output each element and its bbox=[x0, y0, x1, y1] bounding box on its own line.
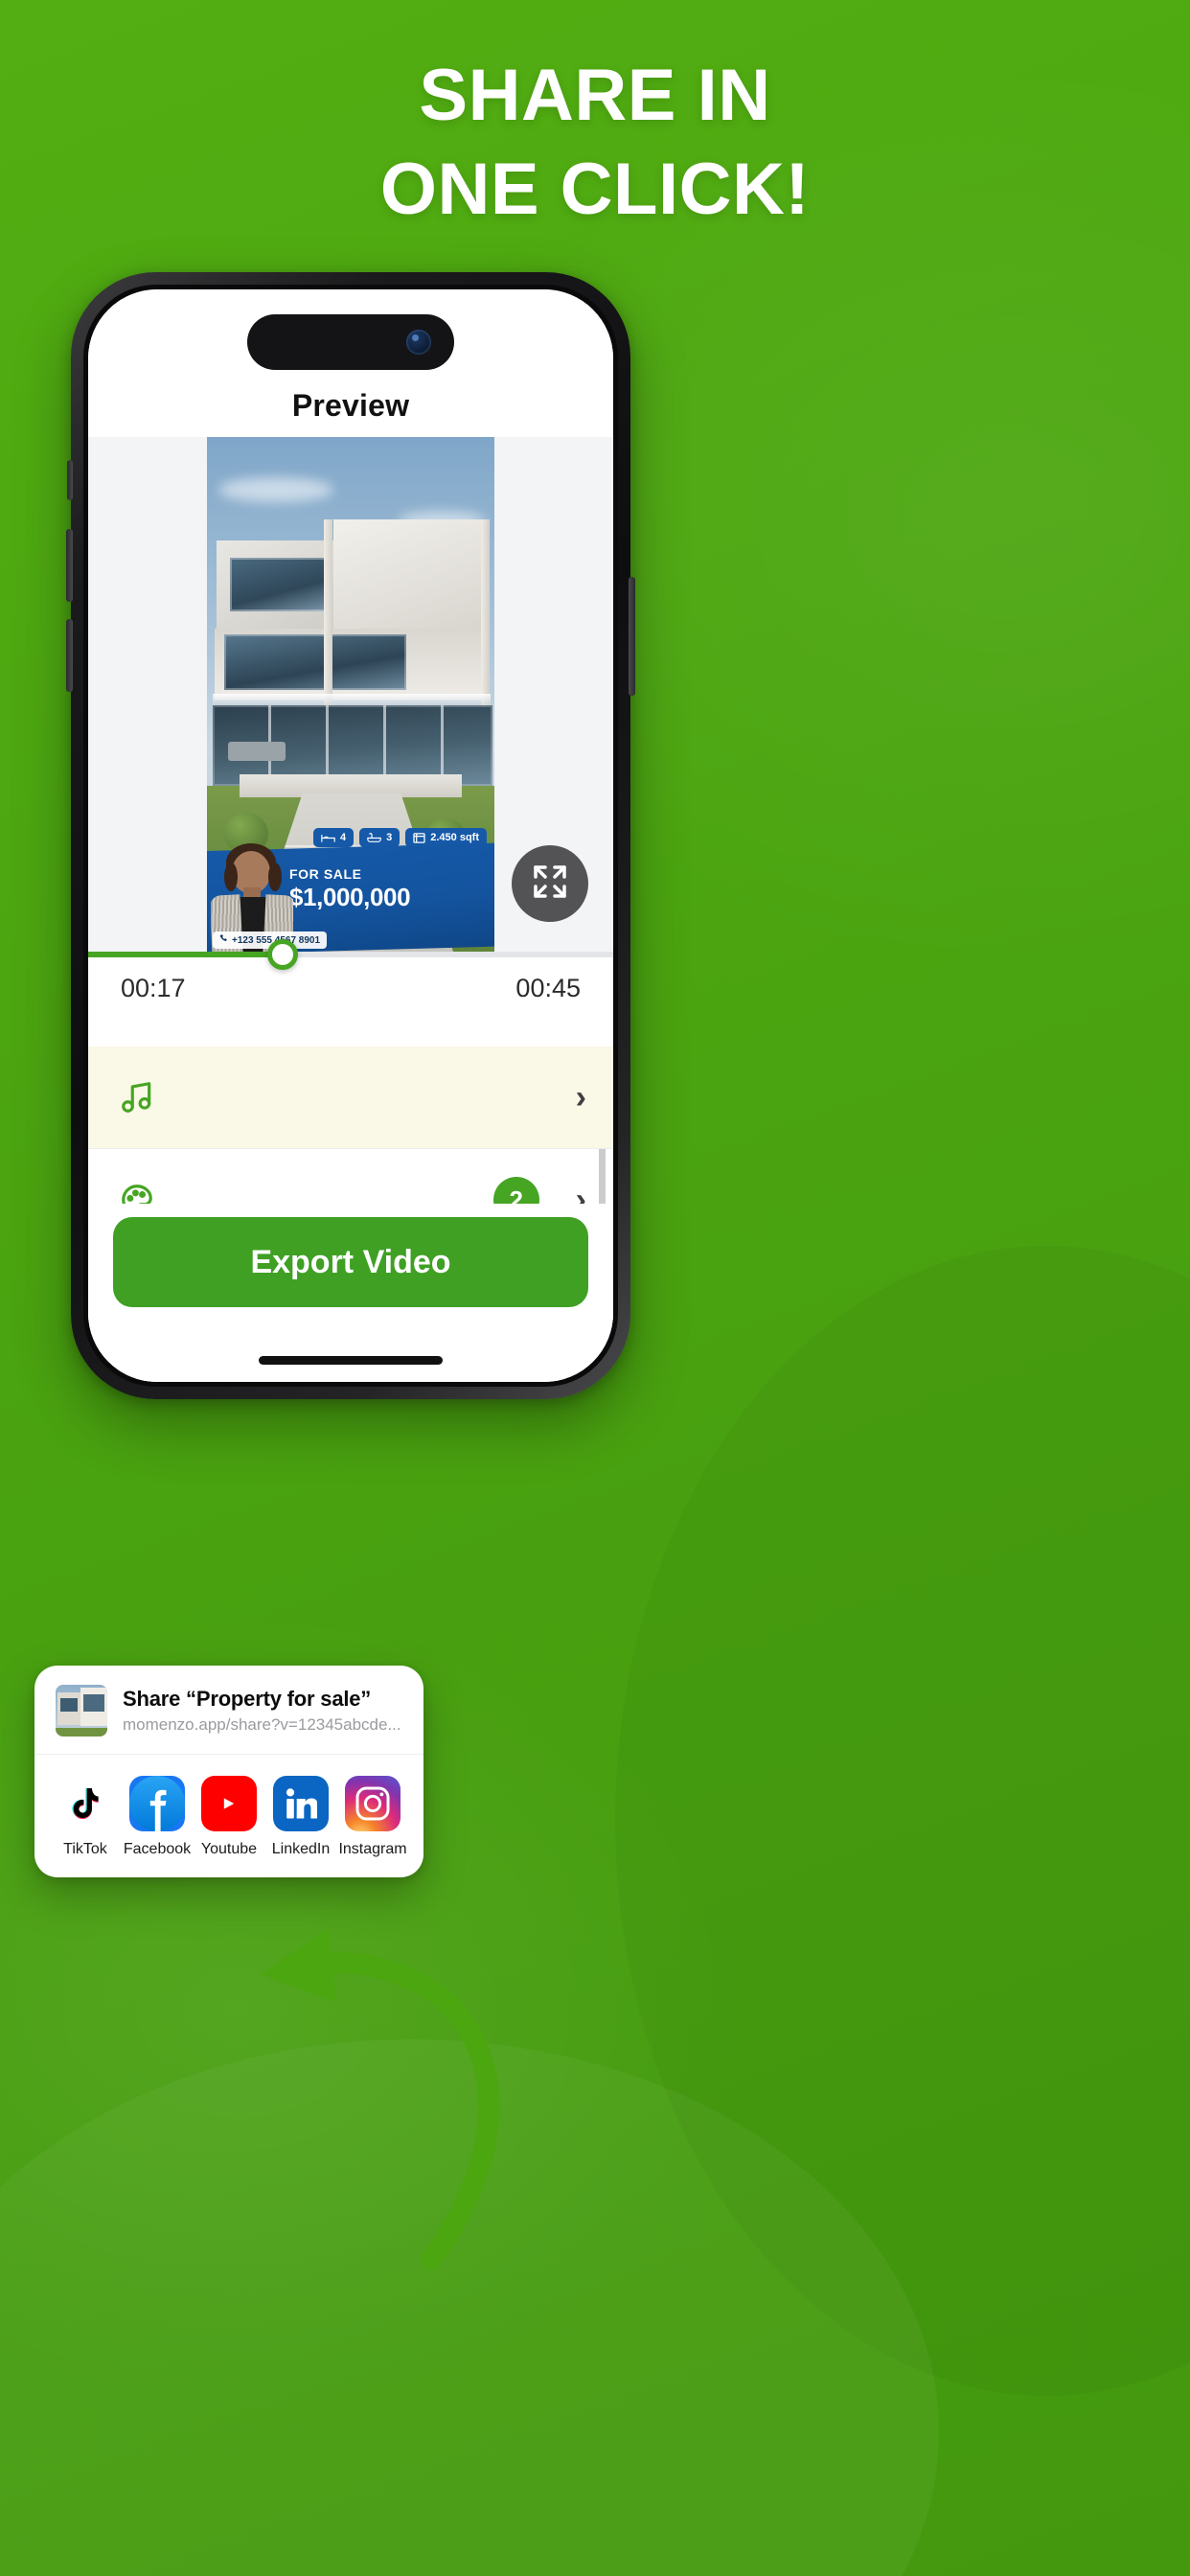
spec-value: 3 bbox=[386, 832, 393, 843]
share-url: momenzo.app/share?v=12345abcde... bbox=[123, 1715, 401, 1734]
share-target-label: LinkedIn bbox=[271, 1841, 331, 1857]
area-icon bbox=[413, 832, 425, 843]
share-target-tiktok[interactable]: TikTok bbox=[54, 1776, 117, 1858]
house-window bbox=[230, 558, 330, 611]
expand-fullscreen-button[interactable] bbox=[512, 845, 588, 922]
listing-status: FOR SALE bbox=[289, 866, 362, 882]
dynamic-island bbox=[247, 314, 454, 370]
house-window bbox=[224, 634, 406, 690]
linkedin-icon bbox=[273, 1776, 329, 1831]
music-note-icon bbox=[115, 1079, 159, 1116]
power-button[interactable] bbox=[629, 577, 635, 696]
spec-value: 2.450 sqft bbox=[430, 832, 479, 843]
phone-inner-bezel: Preview 4 3 2.450 sqft FOR SALE $1,000,0… bbox=[83, 285, 618, 1387]
current-time: 00:17 bbox=[121, 974, 186, 1002]
share-title: Share “Property for sale” bbox=[123, 1687, 372, 1711]
volume-up-button[interactable] bbox=[66, 529, 73, 602]
page-title: Preview bbox=[291, 388, 410, 423]
youtube-icon bbox=[201, 1776, 257, 1831]
home-indicator bbox=[259, 1356, 443, 1365]
timeline-progress bbox=[88, 952, 283, 957]
export-video-button[interactable]: Export Video bbox=[113, 1217, 588, 1307]
chevron-right-icon: › bbox=[575, 1079, 586, 1116]
ios-share-sheet: Share “Property for sale” momenzo.app/sh… bbox=[34, 1666, 423, 1877]
house-balcony-rail bbox=[213, 694, 491, 705]
video-canvas[interactable]: 4 3 2.450 sqft FOR SALE $1,000,000 +123 … bbox=[207, 437, 494, 954]
promo-headline: SHARE IN ONE CLICK! bbox=[0, 59, 1190, 226]
phone-screen: Preview 4 3 2.450 sqft FOR SALE $1,000,0… bbox=[88, 289, 613, 1382]
spec-bedrooms: 4 bbox=[313, 828, 355, 847]
expand-arrows-icon bbox=[531, 862, 569, 906]
patio-sofa bbox=[228, 742, 286, 761]
video-timeline[interactable]: 00:17 00:45 bbox=[88, 939, 613, 1052]
silent-switch[interactable] bbox=[67, 460, 73, 500]
share-target-label: Youtube bbox=[200, 1841, 258, 1857]
video-preview-area[interactable]: 4 3 2.450 sqft FOR SALE $1,000,000 +123 … bbox=[88, 437, 613, 954]
property-thumbnail-icon bbox=[56, 1685, 107, 1736]
headline-line-2: ONE CLICK! bbox=[379, 149, 811, 230]
spec-value: 4 bbox=[340, 832, 347, 843]
bed-icon bbox=[321, 833, 335, 843]
share-target-youtube[interactable]: Youtube bbox=[197, 1776, 261, 1858]
share-target-label: Facebook bbox=[123, 1841, 192, 1857]
bath-icon bbox=[367, 832, 381, 843]
volume-down-button[interactable] bbox=[66, 619, 73, 692]
share-target-instagram[interactable]: Instagram bbox=[338, 1776, 407, 1858]
total-time: 00:45 bbox=[515, 974, 581, 1002]
share-target-label: Instagram bbox=[338, 1841, 407, 1857]
list-item[interactable]: › bbox=[88, 1046, 613, 1149]
timeline-times: 00:17 00:45 bbox=[88, 974, 613, 1003]
phone-mockup: Preview 4 3 2.450 sqft FOR SALE $1,000,0… bbox=[66, 272, 635, 1399]
facebook-icon bbox=[129, 1776, 185, 1831]
share-sheet-header[interactable]: Share “Property for sale” momenzo.app/sh… bbox=[34, 1666, 423, 1755]
share-app-row: TikTok Facebook Youtube LinkedIn Instagr… bbox=[34, 1755, 423, 1877]
tiktok-icon bbox=[57, 1776, 113, 1831]
cloud-decor bbox=[218, 477, 333, 502]
share-target-label: TikTok bbox=[63, 1841, 107, 1857]
front-camera-icon bbox=[406, 330, 431, 355]
phone-icon bbox=[219, 934, 228, 946]
spec-bathrooms: 3 bbox=[359, 828, 400, 847]
timeline-scrubber-handle[interactable] bbox=[266, 939, 298, 970]
listing-price: $1,000,000 bbox=[289, 883, 411, 911]
house-block bbox=[333, 519, 487, 631]
share-target-facebook[interactable]: Facebook bbox=[123, 1776, 192, 1858]
instagram-icon bbox=[345, 1776, 400, 1831]
share-target-linkedin[interactable]: LinkedIn bbox=[269, 1776, 332, 1858]
headline-line-1: SHARE IN bbox=[419, 55, 771, 136]
